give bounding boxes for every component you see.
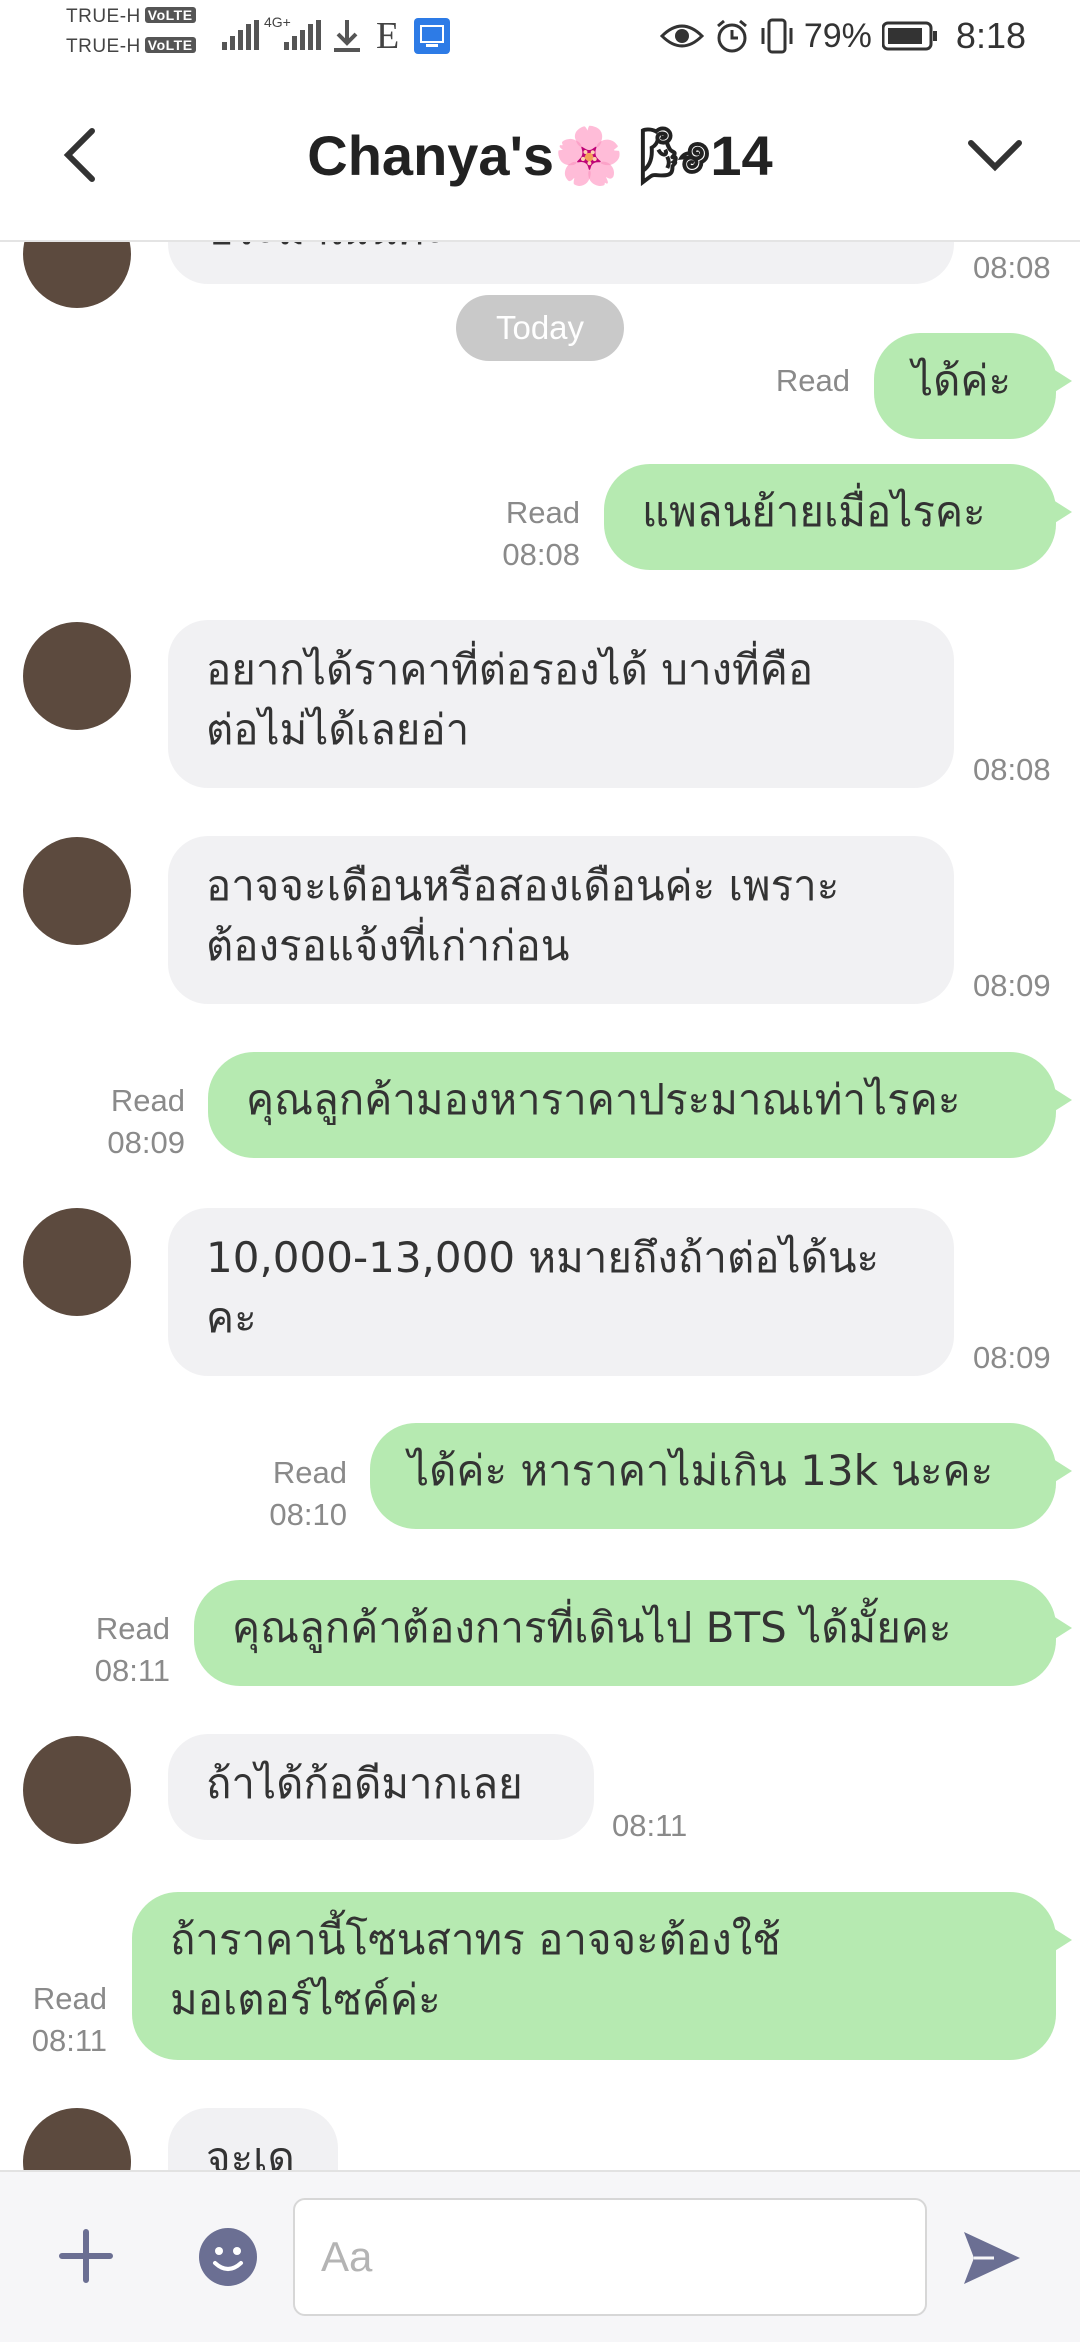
- message-time: 08:11: [612, 1808, 688, 1843]
- signal-icon-2: [284, 20, 321, 50]
- avatar[interactable]: [23, 1208, 131, 1316]
- e-network-label: E: [376, 15, 400, 57]
- message-bubble-in[interactable]: อาจจะเดือนหรือสองเดือนค่ะ เพราะ ต้องรอแจ้…: [168, 836, 954, 1004]
- emoji-icon[interactable]: [198, 2227, 258, 2287]
- chat-message-list[interactable]: ประมาณนี้ค่ะ 08:08 Today Read ได้ค่ะ Rea…: [0, 240, 1080, 2170]
- bubble-tail: [1050, 1086, 1072, 1114]
- message-time: 08:08: [973, 250, 1051, 285]
- message-input[interactable]: [295, 2200, 925, 2314]
- date-divider: Today: [456, 295, 624, 361]
- avatar[interactable]: [23, 837, 131, 945]
- bubble-tail: [1050, 1457, 1072, 1485]
- read-receipt: Read 08:11: [31, 1981, 107, 2058]
- battery-percent: 79%: [803, 16, 872, 55]
- send-icon[interactable]: [960, 2226, 1024, 2290]
- download-icon: [334, 20, 360, 52]
- message-time: 08:09: [973, 1340, 1051, 1375]
- status-right-group: 79% 8:18: [659, 14, 1026, 58]
- message-bubble-out[interactable]: ได้ค่ะ: [874, 333, 1056, 439]
- avatar[interactable]: [23, 1736, 131, 1844]
- alarm-icon: [716, 19, 747, 53]
- read-receipt: Read 08:11: [94, 1611, 170, 1688]
- signal-icon-1: [222, 20, 259, 50]
- status-bar: TRUE-H VoLTE TRUE-H VoLTE 4G+ E 79% 8:18: [0, 0, 1080, 75]
- message-bubble-in[interactable]: อยากได้ราคาที่ต่อรองได้ บางที่คือ ต่อไม่ไ…: [168, 620, 954, 788]
- avatar[interactable]: [23, 622, 131, 730]
- screen-cast-icon: [414, 18, 450, 54]
- chat-header: Chanya's🌸 🌬14: [0, 75, 1080, 242]
- bubble-tail: [1050, 1614, 1072, 1642]
- status-time: 8:18: [955, 15, 1026, 56]
- message-bubble-in[interactable]: 10,000-13,000 หมายถึงถ้าต่อได้นะ คะ: [168, 1208, 954, 1376]
- message-bubble-out[interactable]: คุณลูกค้าต้องการที่เดินไป BTS ได้มั้ยคะ: [194, 1580, 1056, 1686]
- message-bubble-out[interactable]: ได้ค่ะ หาราคาไม่เกิน 13k นะคะ: [370, 1423, 1056, 1529]
- eye-icon: [659, 24, 704, 48]
- message-bubble-out[interactable]: คุณลูกค้ามองหาราคาประมาณเท่าไรคะ: [208, 1052, 1056, 1158]
- message-bubble-in[interactable]: ถ้าได้ก้อดีมากเลย: [168, 1734, 594, 1840]
- read-receipt: Read 08:09: [107, 1083, 185, 1160]
- chevron-down-icon[interactable]: [965, 135, 1025, 175]
- avatar[interactable]: [23, 240, 131, 308]
- bubble-tail: [1050, 498, 1072, 526]
- vibrate-icon: [761, 18, 793, 54]
- message-bubble-out[interactable]: แพลนย้ายเมื่อไรคะ: [604, 464, 1056, 570]
- bubble-tail: [1050, 1926, 1072, 1954]
- carrier-label-2: TRUE-H VoLTE: [66, 36, 196, 58]
- read-receipt: Read 08:08: [502, 495, 580, 572]
- battery-icon: [881, 21, 937, 51]
- carrier-label-1: TRUE-H VoLTE: [66, 6, 196, 28]
- plus-icon[interactable]: [58, 2228, 114, 2284]
- message-bubble-in[interactable]: ประมาณนี้ค่ะ: [168, 240, 954, 284]
- message-bubble-in[interactable]: จะเด: [168, 2108, 338, 2170]
- message-input-box[interactable]: [293, 2198, 927, 2316]
- message-bubble-out[interactable]: ถ้าราคานี้โซนสาทร อาจจะต้องใช้ มอเตอร์ไซค…: [132, 1892, 1056, 2060]
- bubble-tail: [1050, 367, 1072, 395]
- message-time: 08:08: [973, 752, 1051, 787]
- read-receipt: Read: [775, 363, 850, 398]
- message-input-bar: [0, 2170, 1080, 2342]
- read-receipt: Read 08:10: [269, 1455, 347, 1532]
- avatar[interactable]: [23, 2108, 131, 2170]
- message-time: 08:09: [973, 968, 1051, 1003]
- chat-title: Chanya's🌸 🌬14: [307, 124, 773, 187]
